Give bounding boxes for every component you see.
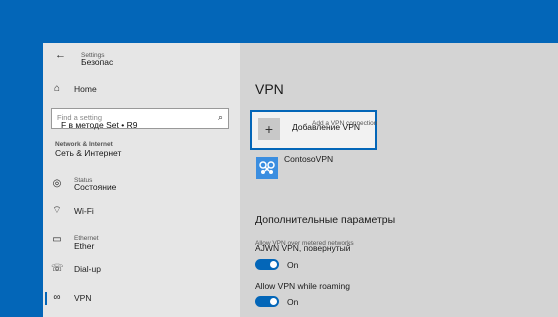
category-overlay: Сеть & Интернет (55, 148, 122, 158)
settings-window: ← Settings Безопас ⌂ Home Find a setting… (43, 43, 558, 317)
wifi-icon: ⌔ (52, 205, 62, 216)
plus-icon: + (258, 118, 280, 140)
settings-title-overlay: Безопас (81, 57, 114, 67)
vpn-connection-icon (256, 157, 278, 179)
metered-toggle-state: On (287, 260, 299, 270)
option-roaming-label: Allow VPN while roaming (255, 281, 350, 291)
advanced-options-title: Дополнительные параметры (255, 214, 396, 226)
nav-status-overlay: Состояние (74, 182, 117, 192)
toggle-knob (270, 298, 277, 305)
page-title: VPN (255, 81, 284, 97)
status-icon: ◎ (52, 178, 62, 189)
search-icon: ⌕ (217, 112, 223, 122)
nav-ethernet-overlay: Ether (74, 241, 95, 251)
nav-wifi[interactable]: Wi-Fi (74, 206, 94, 216)
toggle-knob (270, 261, 277, 268)
home-icon: ⌂ (53, 83, 61, 94)
roaming-toggle-state: On (287, 297, 299, 307)
nav-dialup[interactable]: Dial-up (74, 264, 101, 274)
search-overlay: F в методе Set • R9 (61, 120, 138, 130)
link-icon (259, 161, 275, 174)
add-vpn-button[interactable]: + Add a VPN connection Добавление VPN (250, 110, 377, 150)
back-arrow-icon[interactable]: ← (55, 49, 66, 61)
active-indicator (45, 292, 47, 305)
vpn-icon: ∞ (53, 292, 61, 303)
vpn-connection-name[interactable]: ContosoVPN (284, 154, 333, 164)
category-heading: Network & Internet (55, 141, 113, 148)
sidebar: ← Settings Безопас ⌂ Home Find a setting… (43, 43, 240, 317)
metered-toggle[interactable] (255, 259, 279, 270)
ethernet-icon: ▭ (52, 234, 62, 245)
nav-vpn[interactable]: VPN (74, 293, 91, 303)
roaming-toggle[interactable] (255, 296, 279, 307)
main-panel: VPN + Add a VPN connection Добавление VP… (240, 43, 558, 317)
dialup-icon: ☏ (51, 263, 64, 274)
add-vpn-overlay: Добавление VPN (292, 122, 360, 132)
option-metered-overlay: AJWN VPN, повернутый (255, 243, 351, 253)
nav-home[interactable]: Home (74, 84, 97, 94)
